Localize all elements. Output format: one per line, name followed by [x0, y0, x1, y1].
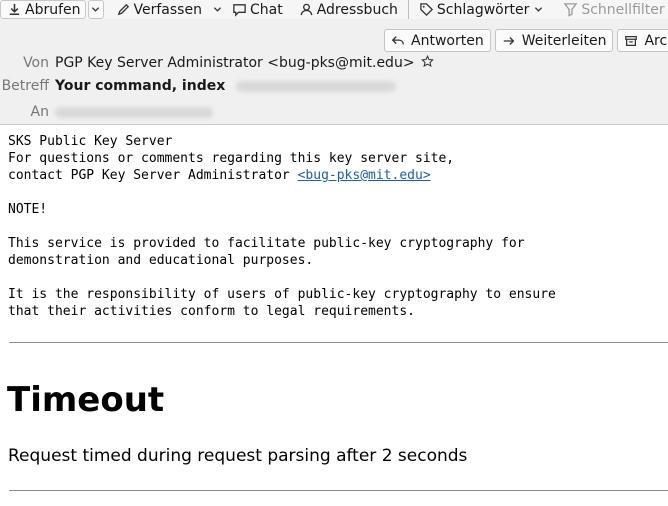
- sender-address[interactable]: PGP Key Server Administrator <bug-pks@mi…: [55, 55, 415, 71]
- body-line: demonstration and educational purposes.: [8, 253, 314, 268]
- star-icon[interactable]: [421, 55, 434, 68]
- reply-label: Antworten: [411, 32, 484, 49]
- address-book-label: Adressbuch: [316, 1, 398, 18]
- server-banner-text: SKS Public Key Server For questions or c…: [8, 133, 556, 320]
- message-actions: Antworten Weiterleiten Archi: [384, 29, 668, 52]
- note-text: NOTE!: [8, 202, 48, 217]
- chat-bubble-icon: [233, 4, 246, 17]
- toolbar-divider: [407, 0, 409, 19]
- tag-icon: [420, 3, 433, 17]
- compose-button[interactable]: Verfassen: [116, 0, 202, 19]
- archive-button[interactable]: Archi: [617, 29, 668, 52]
- body-line: contact PGP Key Server Administrator: [8, 168, 298, 183]
- main-toolbar: Abrufen Verfassen Chat Adressbuch Schlag…: [0, 0, 668, 19]
- quick-filter-button[interactable]: Schnellfilter: [563, 0, 665, 19]
- subject-label: Betreff: [1, 78, 49, 94]
- tags-button[interactable]: Schlagwörter: [419, 0, 546, 19]
- filter-icon: [563, 3, 578, 17]
- subject-value: Your command, index: [55, 78, 396, 94]
- get-messages-label: Abrufen: [25, 1, 81, 18]
- contact-email-link[interactable]: <bug-pks@mit.edu>: [298, 168, 431, 183]
- chat-label: Chat: [249, 1, 283, 18]
- quick-filter-label: Schnellfilter: [581, 1, 665, 18]
- archive-icon: [625, 35, 638, 46]
- redacted-subject: [235, 80, 396, 92]
- get-messages-dropdown[interactable]: [87, 0, 104, 19]
- reply-icon: [391, 35, 404, 45]
- compose-label: Verfassen: [133, 1, 202, 18]
- chevron-down-icon: [91, 7, 100, 12]
- address-book-button[interactable]: Adressbuch: [299, 0, 398, 19]
- pencil-icon: [117, 3, 129, 16]
- body-line: This service is provided to facilitate p…: [8, 236, 525, 251]
- chevron-down-icon: [214, 7, 222, 12]
- to-label: An: [30, 104, 49, 120]
- body-line: that their activities conform to legal r…: [8, 304, 415, 319]
- body-line: SKS Public Key Server: [8, 134, 173, 149]
- contacts-icon: [300, 3, 312, 16]
- body-line: It is the responsibility of users of pub…: [8, 287, 556, 302]
- horizontal-rule: [9, 342, 668, 343]
- forward-button[interactable]: Weiterleiten: [494, 29, 614, 52]
- forward-icon: [503, 36, 514, 45]
- timeout-heading: Timeout: [7, 380, 165, 420]
- timeout-message: Request timed during request parsing aft…: [8, 446, 468, 466]
- message-body: SKS Public Key Server For questions or c…: [0, 126, 668, 506]
- chevron-down-icon: [535, 7, 543, 12]
- subject-text: Your command, index: [55, 78, 226, 94]
- from-label: Von: [23, 55, 49, 71]
- to-value: [55, 104, 213, 120]
- tags-label: Schlagwörter: [436, 1, 530, 18]
- from-value[interactable]: PGP Key Server Administrator <bug-pks@mi…: [55, 55, 434, 71]
- archive-label: Archi: [644, 32, 668, 49]
- compose-dropdown[interactable]: [210, 0, 226, 19]
- chat-button[interactable]: Chat: [232, 0, 283, 19]
- body-line: For questions or comments regarding this…: [8, 151, 455, 166]
- download-icon: [9, 3, 20, 15]
- get-messages-button[interactable]: Abrufen: [0, 0, 86, 19]
- forward-label: Weiterleiten: [521, 32, 607, 49]
- horizontal-rule: [9, 490, 668, 491]
- redacted-recipient: [55, 106, 213, 118]
- reply-button[interactable]: Antworten: [384, 29, 491, 52]
- message-header: Antworten Weiterleiten Archi Von PGP Key…: [0, 19, 668, 125]
